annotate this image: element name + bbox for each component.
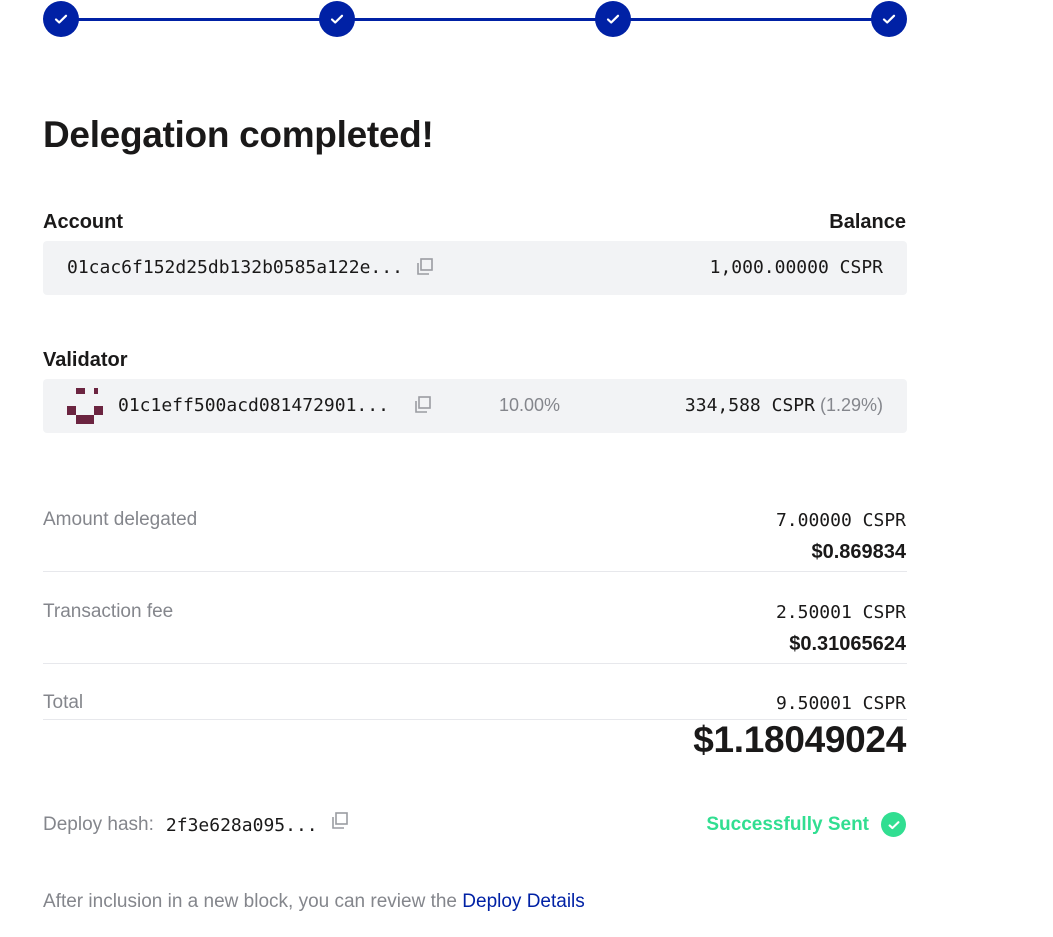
amount-delegated-usd: $0.869834 bbox=[811, 541, 906, 563]
validator-stake-block: 334,588 CSPR (1.29%) bbox=[685, 395, 883, 416]
deploy-hash-row: Deploy hash: 2f3e628a095... bbox=[43, 811, 350, 836]
amount-delegated-label: Amount delegated bbox=[43, 509, 198, 530]
balance-label: Balance bbox=[829, 211, 906, 233]
validator-avatar bbox=[67, 388, 103, 429]
deploy-hash-label: Deploy hash: bbox=[43, 814, 154, 835]
check-icon bbox=[882, 14, 896, 24]
deploy-details-link[interactable]: Deploy Details bbox=[462, 891, 585, 912]
total-usd: $1.18049024 bbox=[693, 719, 906, 760]
deploy-hash-value: 2f3e628a095... bbox=[165, 814, 318, 836]
page-title: Delegation completed! bbox=[43, 114, 434, 155]
deploy-status: Successfully Sent bbox=[706, 812, 906, 837]
account-panel: 01cac6f152d25db132b0585a122e... 1,000.00… bbox=[43, 241, 907, 295]
validator-label: Validator bbox=[43, 349, 128, 371]
progress-stepper bbox=[43, 1, 907, 37]
total-cspr: 9.50001 CSPR bbox=[775, 693, 906, 714]
transaction-fee-cspr: 2.50001 CSPR bbox=[775, 602, 906, 623]
footer-text: After inclusion in a new block, you can … bbox=[43, 891, 457, 912]
success-check-icon bbox=[881, 812, 906, 837]
divider bbox=[43, 571, 907, 572]
check-icon bbox=[54, 14, 68, 24]
step-2-complete bbox=[319, 1, 355, 37]
validator-commission: 10.00% bbox=[499, 395, 561, 415]
check-icon bbox=[606, 14, 620, 24]
validator-panel[interactable]: 01c1eff500acd081472901... 10.00% 334,588… bbox=[43, 379, 907, 433]
account-label: Account bbox=[43, 211, 123, 233]
validator-stake: 334,588 CSPR bbox=[684, 395, 815, 416]
step-4-complete bbox=[871, 1, 907, 37]
step-1-complete bbox=[43, 1, 79, 37]
divider bbox=[43, 663, 907, 664]
deploy-status-text: Successfully Sent bbox=[706, 813, 869, 835]
step-3-complete bbox=[595, 1, 631, 37]
stepper-line bbox=[61, 18, 889, 21]
validator-stake-share: (1.29%) bbox=[819, 395, 883, 415]
transaction-fee-label: Transaction fee bbox=[43, 601, 174, 622]
validator-address: 01c1eff500acd081472901... bbox=[118, 395, 389, 416]
copy-icon[interactable] bbox=[415, 257, 435, 277]
footer-note: After inclusion in a new block, you can … bbox=[43, 891, 585, 913]
amount-delegated-cspr: 7.00000 CSPR bbox=[775, 510, 906, 531]
copy-icon[interactable] bbox=[330, 811, 350, 831]
transaction-fee-usd: $0.31065624 bbox=[789, 633, 906, 655]
account-balance: 1,000.00000 CSPR bbox=[709, 257, 883, 278]
total-label: Total bbox=[43, 692, 84, 713]
check-icon bbox=[330, 14, 344, 24]
account-address: 01cac6f152d25db132b0585a122e... bbox=[67, 257, 403, 278]
copy-icon[interactable] bbox=[413, 395, 433, 415]
